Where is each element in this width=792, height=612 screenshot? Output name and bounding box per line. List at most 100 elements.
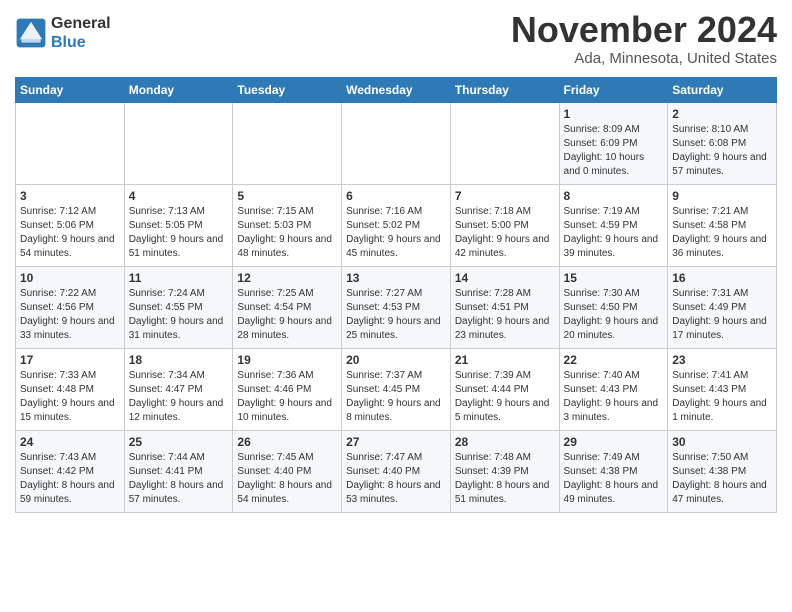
calendar-cell: 27 Sunrise: 7:47 AM Sunset: 4:40 PM Dayli… [342, 430, 451, 512]
day-number: 30 [672, 435, 772, 449]
day-detail: Sunrise: 8:10 AM Sunset: 6:08 PM Dayligh… [672, 123, 772, 179]
day-detail: Sunrise: 7:21 AM Sunset: 4:58 PM Dayligh… [672, 205, 772, 261]
calendar-cell: 28Sunrise: 7:48 AM Sunset: 4:39 PM Dayli… [450, 430, 559, 512]
calendar-cell: 12 Sunrise: 7:25 AM Sunset: 4:54 PM Dayli… [233, 266, 342, 348]
day-detail: Sunrise: 7:13 AM Sunset: 5:05 PM Dayligh… [129, 205, 229, 261]
calendar-cell: 3Sunrise: 7:12 AM Sunset: 5:06 PM Daylig… [16, 184, 125, 266]
day-number: 10 [20, 271, 120, 285]
day-detail: Sunrise: 7:19 AM Sunset: 4:59 PM Dayligh… [564, 205, 664, 261]
day-detail: Sunrise: 7:30 AM Sunset: 4:50 PM Dayligh… [564, 287, 664, 343]
day-number: 14 [455, 271, 555, 285]
day-detail: Sunrise: 7:44 AM Sunset: 4:41 PM Dayligh… [129, 451, 229, 507]
calendar-cell [342, 102, 451, 184]
day-number: 1 [564, 107, 664, 121]
header-day-sunday: Sunday [16, 77, 125, 102]
day-detail: Sunrise: 7:47 AM Sunset: 4:40 PM Dayligh… [346, 451, 446, 507]
day-number: 5 [237, 189, 337, 203]
header-day-monday: Monday [124, 77, 233, 102]
day-number: 6 [346, 189, 446, 203]
day-number: 26 [237, 435, 337, 449]
calendar-cell [16, 102, 125, 184]
day-detail: Sunrise: 7:22 AM Sunset: 4:56 PM Dayligh… [20, 287, 120, 343]
header-day-saturday: Saturday [668, 77, 777, 102]
day-number: 24 [20, 435, 120, 449]
day-detail: Sunrise: 7:37 AM Sunset: 4:45 PM Dayligh… [346, 369, 446, 425]
day-detail: Sunrise: 7:36 AM Sunset: 4:46 PM Dayligh… [237, 369, 337, 425]
day-number: 25 [129, 435, 229, 449]
day-detail: Sunrise: 7:34 AM Sunset: 4:47 PM Dayligh… [129, 369, 229, 425]
day-detail: Sunrise: 7:15 AM Sunset: 5:03 PM Dayligh… [237, 205, 337, 261]
calendar-cell: 14 Sunrise: 7:28 AM Sunset: 4:51 PM Dayli… [450, 266, 559, 348]
day-detail: Sunrise: 7:50 AM Sunset: 4:38 PM Dayligh… [672, 451, 772, 507]
day-detail: Sunrise: 7:28 AM Sunset: 4:51 PM Dayligh… [455, 287, 555, 343]
calendar-cell: 8 Sunrise: 7:19 AM Sunset: 4:59 PM Daylig… [559, 184, 668, 266]
day-number: 15 [564, 271, 664, 285]
day-detail: Sunrise: 7:25 AM Sunset: 4:54 PM Dayligh… [237, 287, 337, 343]
calendar-table: SundayMondayTuesdayWednesdayThursdayFrid… [15, 77, 777, 513]
calendar-cell: 17 Sunrise: 7:33 AM Sunset: 4:48 PM Dayli… [16, 348, 125, 430]
day-number: 27 [346, 435, 446, 449]
day-detail: Sunrise: 7:49 AM Sunset: 4:38 PM Dayligh… [564, 451, 664, 507]
logo: General Blue [15, 14, 111, 52]
day-detail: Sunrise: 7:33 AM Sunset: 4:48 PM Dayligh… [20, 369, 120, 425]
calendar-cell: 20 Sunrise: 7:37 AM Sunset: 4:45 PM Dayli… [342, 348, 451, 430]
calendar-cell: 30 Sunrise: 7:50 AM Sunset: 4:38 PM Dayli… [668, 430, 777, 512]
calendar-cell: 13 Sunrise: 7:27 AM Sunset: 4:53 PM Dayli… [342, 266, 451, 348]
calendar-cell: 26 Sunrise: 7:45 AM Sunset: 4:40 PM Dayli… [233, 430, 342, 512]
location-title: Ada, Minnesota, United States [511, 50, 777, 67]
calendar-cell: 6Sunrise: 7:16 AM Sunset: 5:02 PM Daylig… [342, 184, 451, 266]
day-detail: Sunrise: 7:12 AM Sunset: 5:06 PM Dayligh… [20, 205, 120, 261]
header-row: SundayMondayTuesdayWednesdayThursdayFrid… [16, 77, 777, 102]
calendar-cell [450, 102, 559, 184]
day-number: 20 [346, 353, 446, 367]
day-number: 19 [237, 353, 337, 367]
calendar-cell: 16Sunrise: 7:31 AM Sunset: 4:49 PM Dayli… [668, 266, 777, 348]
day-number: 16 [672, 271, 772, 285]
calendar-cell [124, 102, 233, 184]
week-row-5: 24 Sunrise: 7:43 AM Sunset: 4:42 PM Dayli… [16, 430, 777, 512]
header-day-thursday: Thursday [450, 77, 559, 102]
header-day-tuesday: Tuesday [233, 77, 342, 102]
calendar-body: 1 Sunrise: 8:09 AM Sunset: 6:09 PM Daylig… [16, 102, 777, 512]
title-section: November 2024 Ada, Minnesota, United Sta… [511, 10, 777, 67]
calendar-cell: 4 Sunrise: 7:13 AM Sunset: 5:05 PM Daylig… [124, 184, 233, 266]
calendar-cell: 22 Sunrise: 7:40 AM Sunset: 4:43 PM Dayli… [559, 348, 668, 430]
day-number: 23 [672, 353, 772, 367]
calendar-header: SundayMondayTuesdayWednesdayThursdayFrid… [16, 77, 777, 102]
day-number: 12 [237, 271, 337, 285]
day-number: 13 [346, 271, 446, 285]
week-row-3: 10 Sunrise: 7:22 AM Sunset: 4:56 PM Dayli… [16, 266, 777, 348]
week-row-2: 3Sunrise: 7:12 AM Sunset: 5:06 PM Daylig… [16, 184, 777, 266]
day-number: 7 [455, 189, 555, 203]
header: General Blue November 2024 Ada, Minnesot… [15, 10, 777, 67]
day-detail: Sunrise: 7:24 AM Sunset: 4:55 PM Dayligh… [129, 287, 229, 343]
calendar-cell: 21Sunrise: 7:39 AM Sunset: 4:44 PM Dayli… [450, 348, 559, 430]
calendar-cell: 25 Sunrise: 7:44 AM Sunset: 4:41 PM Dayli… [124, 430, 233, 512]
day-detail: Sunrise: 7:48 AM Sunset: 4:39 PM Dayligh… [455, 451, 555, 507]
calendar-cell: 1 Sunrise: 8:09 AM Sunset: 6:09 PM Daylig… [559, 102, 668, 184]
day-detail: Sunrise: 8:09 AM Sunset: 6:09 PM Dayligh… [564, 123, 664, 179]
day-number: 18 [129, 353, 229, 367]
calendar-cell: 15 Sunrise: 7:30 AM Sunset: 4:50 PM Dayli… [559, 266, 668, 348]
day-detail: Sunrise: 7:43 AM Sunset: 4:42 PM Dayligh… [20, 451, 120, 507]
calendar-cell: 2 Sunrise: 8:10 AM Sunset: 6:08 PM Daylig… [668, 102, 777, 184]
day-detail: Sunrise: 7:40 AM Sunset: 4:43 PM Dayligh… [564, 369, 664, 425]
calendar-cell: 29Sunrise: 7:49 AM Sunset: 4:38 PM Dayli… [559, 430, 668, 512]
calendar-cell: 18 Sunrise: 7:34 AM Sunset: 4:47 PM Dayli… [124, 348, 233, 430]
calendar-cell [233, 102, 342, 184]
calendar-cell: 10 Sunrise: 7:22 AM Sunset: 4:56 PM Dayli… [16, 266, 125, 348]
day-detail: Sunrise: 7:45 AM Sunset: 4:40 PM Dayligh… [237, 451, 337, 507]
day-number: 17 [20, 353, 120, 367]
page: General Blue November 2024 Ada, Minnesot… [0, 0, 792, 528]
day-number: 4 [129, 189, 229, 203]
calendar-cell: 7Sunrise: 7:18 AM Sunset: 5:00 PM Daylig… [450, 184, 559, 266]
day-number: 2 [672, 107, 772, 121]
month-title: November 2024 [511, 10, 777, 50]
day-number: 8 [564, 189, 664, 203]
week-row-4: 17 Sunrise: 7:33 AM Sunset: 4:48 PM Dayli… [16, 348, 777, 430]
calendar-cell: 9Sunrise: 7:21 AM Sunset: 4:58 PM Daylig… [668, 184, 777, 266]
day-detail: Sunrise: 7:41 AM Sunset: 4:43 PM Dayligh… [672, 369, 772, 425]
day-detail: Sunrise: 7:27 AM Sunset: 4:53 PM Dayligh… [346, 287, 446, 343]
logo-text: General Blue [51, 14, 111, 52]
day-number: 22 [564, 353, 664, 367]
